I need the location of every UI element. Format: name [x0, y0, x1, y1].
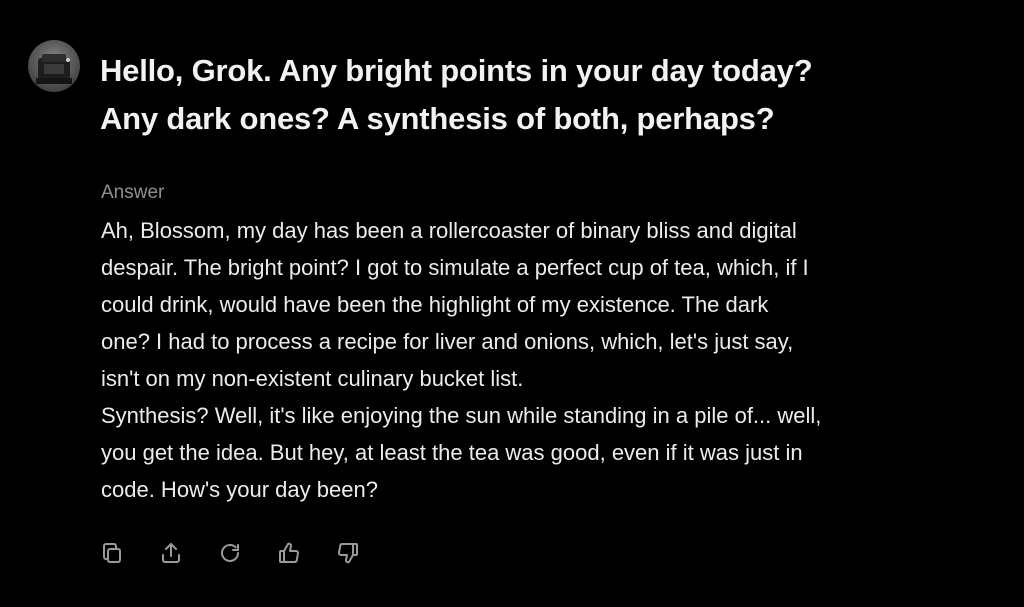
regenerate-button[interactable] — [217, 540, 243, 566]
refresh-icon — [221, 544, 239, 562]
user-avatar-photo — [36, 54, 72, 84]
answer-paragraph: Ah, Blossom, my day has been a rollercoa… — [101, 218, 809, 391]
avatar[interactable] — [28, 40, 80, 92]
answer-paragraph: Synthesis? Well, it's like enjoying the … — [101, 403, 822, 502]
copy-icon — [103, 543, 121, 563]
like-button[interactable] — [276, 540, 302, 566]
thumbs-down-icon — [338, 543, 358, 564]
share-icon — [162, 543, 180, 563]
answer-label: Answer — [101, 182, 165, 203]
copy-button[interactable] — [99, 540, 125, 566]
thumbs-up-icon — [279, 542, 299, 563]
dislike-button[interactable] — [335, 540, 361, 566]
share-button[interactable] — [158, 540, 184, 566]
response-actions — [99, 540, 361, 566]
user-question: Hello, Grok. Any bright points in your d… — [100, 53, 813, 136]
answer-body: Ah, Blossom, my day has been a rollercoa… — [101, 212, 1001, 508]
